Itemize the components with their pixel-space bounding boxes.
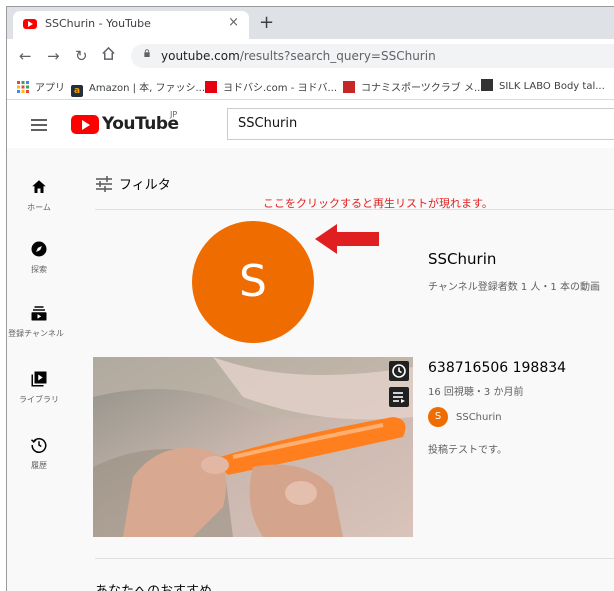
home-icon: [32, 180, 46, 193]
channel-meta: チャンネル登録者数 1 人・1 本の動画: [428, 282, 600, 293]
channel-avatar[interactable]: S: [192, 221, 314, 343]
annotation-text: ここをクリックすると再生リストが現れます。: [263, 197, 493, 210]
subscriptions-icon: [31, 306, 47, 321]
amazon-icon: a: [71, 85, 83, 97]
video-channel-name[interactable]: SSChurin: [456, 412, 502, 423]
bookmark-apps[interactable]: アプリ: [17, 79, 65, 94]
filter-button[interactable]: フィルタ: [95, 174, 171, 193]
filter-sliders-icon: [96, 176, 112, 192]
annotation-arrow-icon: [315, 224, 379, 254]
apps-grid-icon: [17, 81, 29, 93]
guide-item-library[interactable]: ライブラリ: [7, 370, 71, 405]
youtube-favicon-icon: [23, 19, 37, 29]
guide-item-home[interactable]: ホーム: [7, 178, 71, 213]
bookmark-amazon[interactable]: a Amazon | 本, ファッシ...: [71, 79, 205, 97]
library-icon: [31, 371, 47, 387]
results-divider: [95, 558, 614, 559]
video-channel-avatar[interactable]: S: [428, 407, 448, 427]
forward-arrow-icon[interactable]: →: [47, 47, 60, 65]
browser-window: SSChurin - YouTube × + ← → ↻ youtube.com…: [6, 6, 614, 591]
silk-labo-icon: [481, 79, 493, 91]
recommended-heading: あなたへのおすすめ: [95, 580, 212, 591]
bookmark-silk-labo[interactable]: SILK LABO Body tal...: [481, 79, 605, 92]
search-results: フィルタ ここをクリックすると再生リストが現れます。 S SSChurin チャ…: [71, 148, 614, 591]
history-icon: [30, 438, 47, 453]
channel-name[interactable]: SSChurin: [428, 250, 496, 268]
new-tab-button[interactable]: +: [259, 12, 274, 33]
youtube-play-icon: [71, 115, 99, 134]
left-guide: ホーム 探索 登録チャンネル ライブラリ 履歴: [7, 148, 71, 591]
add-to-queue-icon[interactable]: [389, 387, 409, 407]
address-bar[interactable]: youtube.com/results?search_query=SSChuri…: [131, 44, 614, 68]
video-title[interactable]: 638716506 198834: [428, 360, 566, 376]
tab-title: SSChurin - YouTube: [45, 17, 151, 30]
video-thumbnail[interactable]: [93, 357, 413, 537]
url-text: youtube.com/results?search_query=SSChuri…: [161, 49, 436, 63]
video-thumbnail-image: [93, 357, 413, 537]
menu-hamburger-icon[interactable]: [31, 119, 47, 131]
lock-icon: [144, 49, 150, 57]
konami-icon: [343, 81, 355, 93]
youtube-wordmark: YouTube: [102, 114, 179, 134]
tab-close-icon[interactable]: ×: [228, 15, 239, 30]
guide-item-explore[interactable]: 探索: [7, 240, 71, 275]
browser-tab[interactable]: SSChurin - YouTube ×: [13, 11, 249, 39]
watch-later-clock-icon[interactable]: [389, 361, 409, 381]
yodobashi-icon: [205, 81, 217, 93]
explore-compass-icon: [31, 241, 47, 257]
video-meta: 16 回視聴・3 か月前: [428, 387, 524, 398]
search-input[interactable]: SSChurin: [227, 108, 614, 140]
home-page-icon[interactable]: [101, 46, 116, 65]
navigation-bar: ← → ↻ youtube.com/results?search_query=S…: [7, 39, 614, 73]
guide-item-history[interactable]: 履歴: [7, 436, 71, 471]
search-query: SSChurin: [238, 116, 298, 131]
bookmark-konami[interactable]: コナミスポーツクラブ メ...: [343, 79, 484, 94]
video-description: 投稿テストです。: [428, 445, 507, 456]
reload-icon[interactable]: ↻: [75, 47, 88, 65]
region-label: JP: [170, 110, 178, 119]
guide-item-subscriptions[interactable]: 登録チャンネル: [7, 304, 71, 339]
bookmarks-bar: アプリ a Amazon | 本, ファッシ... ヨドバシ.com - ヨドバ.…: [7, 73, 614, 100]
youtube-masthead: YouTube JP SSChurin: [7, 100, 614, 148]
back-arrow-icon[interactable]: ←: [19, 47, 32, 65]
bookmark-yodobashi[interactable]: ヨドバシ.com - ヨドバ...: [205, 79, 337, 94]
tab-strip: SSChurin - YouTube × +: [7, 7, 614, 39]
